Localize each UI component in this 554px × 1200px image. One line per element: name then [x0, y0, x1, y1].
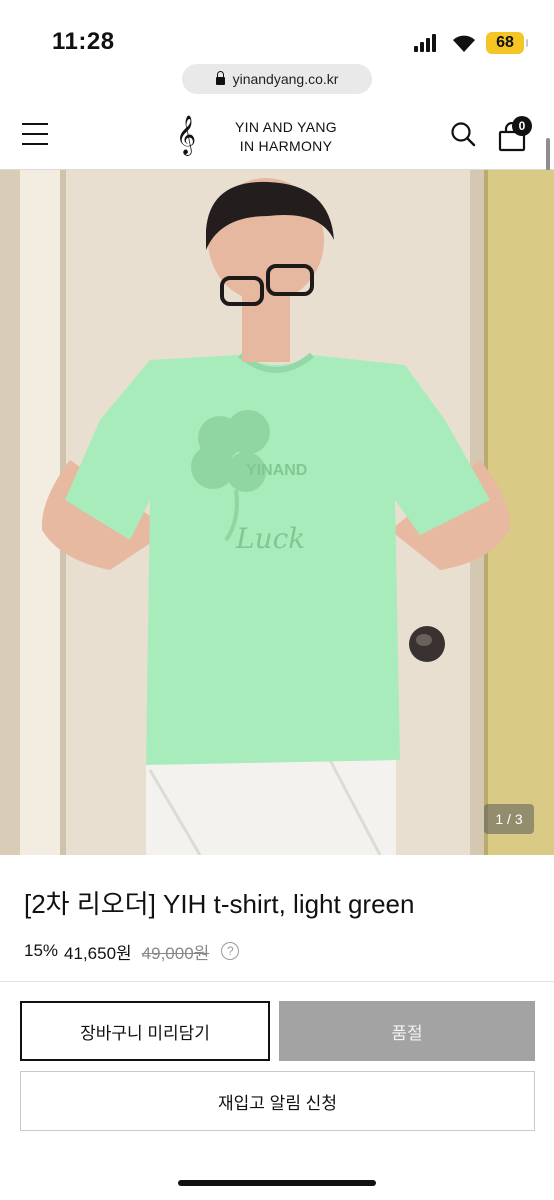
- original-price: 49,000원: [141, 943, 210, 963]
- home-indicator[interactable]: [178, 1180, 376, 1186]
- url-text: yinandyang.co.kr: [232, 71, 339, 87]
- svg-text:Luck: Luck: [235, 522, 305, 555]
- brand-line-1: YIN AND YANG: [235, 119, 337, 135]
- site-header: 𝄞 YIN AND YANG IN HARMONY 0: [0, 100, 554, 170]
- sold-out-button[interactable]: 품절: [279, 1001, 535, 1061]
- svg-text:YINAND: YINAND: [246, 462, 307, 479]
- product-title: [2차 리오더] YIH t-shirt, light green: [24, 889, 415, 919]
- restock-alert-button[interactable]: 재입고 알림 신청: [20, 1071, 535, 1131]
- price-row: 15% 41,650원 49,000원 ?: [24, 940, 240, 963]
- sale-price: 41,650원: [64, 943, 132, 963]
- site-logo[interactable]: 𝄞 YIN AND YANG IN HARMONY: [176, 116, 356, 156]
- cellular-signal-icon: [414, 34, 440, 52]
- lock-icon: [215, 71, 225, 85]
- image-counter: 1 / 3: [484, 804, 534, 834]
- product-image[interactable]: YINAND Luck: [0, 170, 554, 855]
- brand-name: YIN AND YANG IN HARMONY: [226, 118, 346, 156]
- add-to-cart-button[interactable]: 장바구니 미리담기: [20, 1001, 270, 1061]
- wifi-icon: [450, 32, 478, 54]
- shopping-bag-icon[interactable]: 0: [498, 116, 534, 152]
- discount-rate: 15%: [24, 941, 59, 960]
- battery-icon: 68: [486, 32, 528, 54]
- url-bar[interactable]: yinandyang.co.kr: [182, 64, 372, 94]
- clock-time: 11:28: [52, 28, 115, 55]
- help-icon[interactable]: ?: [221, 942, 240, 960]
- menu-icon[interactable]: [22, 123, 48, 145]
- brand-line-2: IN HARMONY: [239, 138, 333, 154]
- treble-clef-logo: 𝄞: [176, 115, 197, 155]
- divider: [0, 981, 554, 982]
- cart-count-badge: 0: [512, 116, 532, 136]
- search-icon[interactable]: [450, 121, 476, 147]
- status-bar: 11:28 68: [0, 0, 554, 60]
